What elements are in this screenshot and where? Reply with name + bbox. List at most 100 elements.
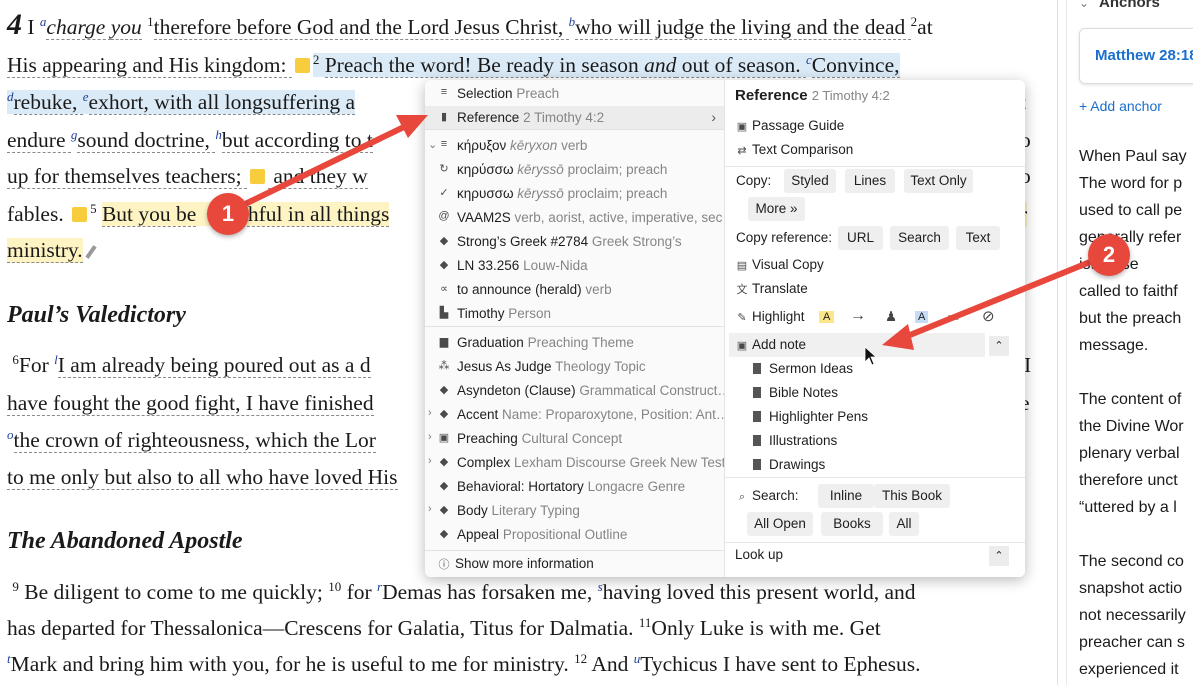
highlight-style-underline[interactable]: ▭	[947, 309, 960, 325]
note-icon[interactable]	[250, 169, 265, 184]
verse-number[interactable]: 12	[574, 651, 587, 666]
expand-chevron-icon[interactable]: ›	[428, 407, 432, 419]
chevron-down-icon[interactable]: ⌄	[1079, 0, 1089, 10]
collapse-icon[interactable]: ⌃	[989, 546, 1009, 566]
translate-icon: 文	[736, 284, 748, 296]
search-inline-button[interactable]: Inline	[818, 484, 874, 508]
notebook-item[interactable]: Illustrations	[753, 433, 837, 448]
copy-ref-text-button[interactable]: Text	[956, 226, 1000, 250]
person-icon[interactable]: ♟	[885, 309, 897, 325]
notebook-item[interactable]: Sermon Ideas	[753, 361, 853, 376]
info-row[interactable]: ◆ Asyndeton (Clause) Grammatical Construc…	[425, 379, 724, 403]
notebook-item[interactable]: Drawings	[753, 457, 825, 472]
info-row[interactable]: ◆ Behavioral: Hortatory Longacre Genre	[425, 475, 724, 499]
verse-number[interactable]: 2	[313, 52, 320, 67]
highlight-style-blue[interactable]: A	[915, 311, 929, 323]
passage-guide-item[interactable]: ▣ Passage Guide	[735, 118, 845, 133]
info-row[interactable]: ≡ Selection Preach	[425, 82, 724, 106]
verse-text: the crown of righteousness, which the Lo…	[13, 428, 376, 453]
search-this-book-button[interactable]: This Book	[874, 484, 950, 508]
info-row[interactable]: ↻ κηρύσσω kēryssō proclaim; preach	[425, 158, 724, 182]
visual-copy-item[interactable]: ▤ Visual Copy	[735, 257, 824, 272]
panel-title: Anchors	[1099, 0, 1160, 11]
info-row[interactable]: ◆ Appeal Propositional Outline	[425, 523, 724, 547]
info-row[interactable]: ✓ κηρυσσω kēryssō proclaim; preach	[425, 182, 724, 206]
footnote-marker[interactable]: e	[83, 89, 89, 104]
copy-text-only-button[interactable]: Text Only	[904, 169, 973, 193]
pane-divider[interactable]	[1057, 0, 1058, 685]
footnote-marker[interactable]: h	[215, 127, 222, 142]
info-row[interactable]: ⁂ Jesus As Judge Theology Topic	[425, 355, 724, 379]
panel-text-line: but the preach	[1079, 310, 1182, 327]
highlight-row[interactable]: ✎ Highlight	[735, 309, 804, 324]
row-icon: ◆	[439, 528, 449, 540]
info-row[interactable]: › ◆ Complex Lexham Discourse Greek New Tes…	[425, 451, 724, 475]
row-sublabel: Grammatical Construct…	[579, 383, 724, 398]
expand-chevron-icon[interactable]: ›	[428, 455, 432, 467]
anchor-link[interactable]: Matthew 28:18	[1095, 47, 1193, 64]
notebook-item[interactable]: Highlighter Pens	[753, 409, 868, 424]
verse-number[interactable]: 9	[12, 579, 19, 594]
expand-chevron-icon[interactable]: ›	[428, 503, 432, 515]
look-up-header[interactable]: Look up	[735, 547, 783, 562]
footnote-marker[interactable]: d	[7, 89, 14, 104]
panel-text-line: called to faithf	[1079, 283, 1178, 300]
add-anchor-link[interactable]: + Add anchor	[1079, 98, 1162, 114]
footnote-marker[interactable]: c	[806, 52, 812, 67]
search-books-button[interactable]: Books	[821, 512, 883, 536]
translate-item[interactable]: 文 Translate	[735, 281, 808, 297]
arrow-right-icon[interactable]: →	[850, 307, 866, 325]
copy-label: Copy:	[736, 173, 772, 188]
expand-chevron-icon[interactable]: ›	[428, 431, 432, 443]
copy-ref-search-button[interactable]: Search	[890, 226, 949, 250]
row-sublabel: 2 Timothy 4:2	[523, 110, 605, 125]
collapse-icon[interactable]: ⌃	[989, 336, 1009, 356]
divider	[725, 477, 1025, 478]
info-row[interactable]: @ VAAM2S verb, aorist, active, imperative…	[425, 206, 724, 230]
info-row[interactable]: ▮ Reference 2 Timothy 4:2 ›	[425, 106, 724, 130]
copy-ref-url-button[interactable]: URL	[838, 226, 883, 250]
copy-lines-button[interactable]: Lines	[845, 169, 895, 193]
search-all-open-button[interactable]: All Open	[747, 512, 813, 536]
search-all-button[interactable]: All	[889, 512, 919, 536]
row-label: Appeal Propositional Outline	[457, 527, 628, 542]
row-label: Selection Preach	[457, 86, 560, 101]
info-row[interactable]: ∝ to announce (herald) verb	[425, 278, 724, 302]
row-label: Jesus As Judge Theology Topic	[457, 359, 646, 374]
info-row[interactable]: ◆ LN 33.256 Louw-Nida	[425, 254, 724, 278]
reference-header: Reference 2 Timothy 4:2	[735, 87, 890, 104]
verse-line: 4 I acharge you 1therefore before God an…	[7, 8, 933, 42]
verse-number[interactable]: 10	[328, 579, 341, 594]
info-row[interactable]: ⌄ ≡ κήρυξον kēryxon verb	[425, 134, 724, 158]
copy-more-button[interactable]: More »	[748, 197, 805, 221]
note-icon[interactable]	[72, 207, 88, 222]
row-sublabel: Longacre Genre	[587, 479, 686, 494]
copy-styled-button[interactable]: Styled	[784, 169, 836, 193]
show-more-button[interactable]: ⓘ Show more information	[425, 552, 724, 576]
text-comparison-item[interactable]: ⇄ Text Comparison	[735, 142, 853, 157]
info-row[interactable]: › ◆ Accent Name: Proparoxytone, Position: …	[425, 403, 724, 427]
info-row[interactable]: › ◆ Body Literary Typing	[425, 499, 724, 523]
expand-chevron-icon[interactable]: ⌄	[428, 138, 437, 151]
row-icon: ◆	[439, 504, 449, 516]
notebook-item[interactable]: Bible Notes	[753, 385, 838, 400]
anchor-card[interactable]: Matthew 28:18	[1079, 28, 1193, 84]
info-row[interactable]: ▆ Graduation Preaching Theme	[425, 331, 724, 355]
info-row[interactable]: ◆ Strong’s Greek #2784 Greek Strong’s	[425, 230, 724, 254]
add-note-item[interactable]: ▣ Add note	[735, 337, 806, 352]
verse-number[interactable]: 1	[147, 14, 154, 29]
info-row[interactable]: › ▣ Preaching Cultural Concept	[425, 427, 724, 451]
highlight-style-yellow[interactable]: A	[819, 311, 835, 323]
verse-line: othe crown of righteousness, which the L…	[7, 428, 376, 453]
footnote-marker[interactable]: o	[7, 427, 14, 442]
verse-number[interactable]: 5	[90, 201, 97, 216]
highlighter-icon: ✎	[737, 312, 747, 324]
notebook-label: Bible Notes	[769, 385, 839, 400]
verse-text: Mark and bring him with you, for he is u…	[10, 652, 575, 676]
verse-number[interactable]: 11	[639, 615, 652, 630]
info-row[interactable]: ▙ Timothy Person	[425, 302, 724, 326]
verse-line: to me only but also to all who have love…	[7, 465, 398, 490]
note-icon[interactable]	[294, 58, 310, 73]
row-sublabel: verb, aorist, active, imperative, sec…	[514, 210, 724, 225]
clear-highlight-icon[interactable]: ⊘	[982, 307, 995, 325]
